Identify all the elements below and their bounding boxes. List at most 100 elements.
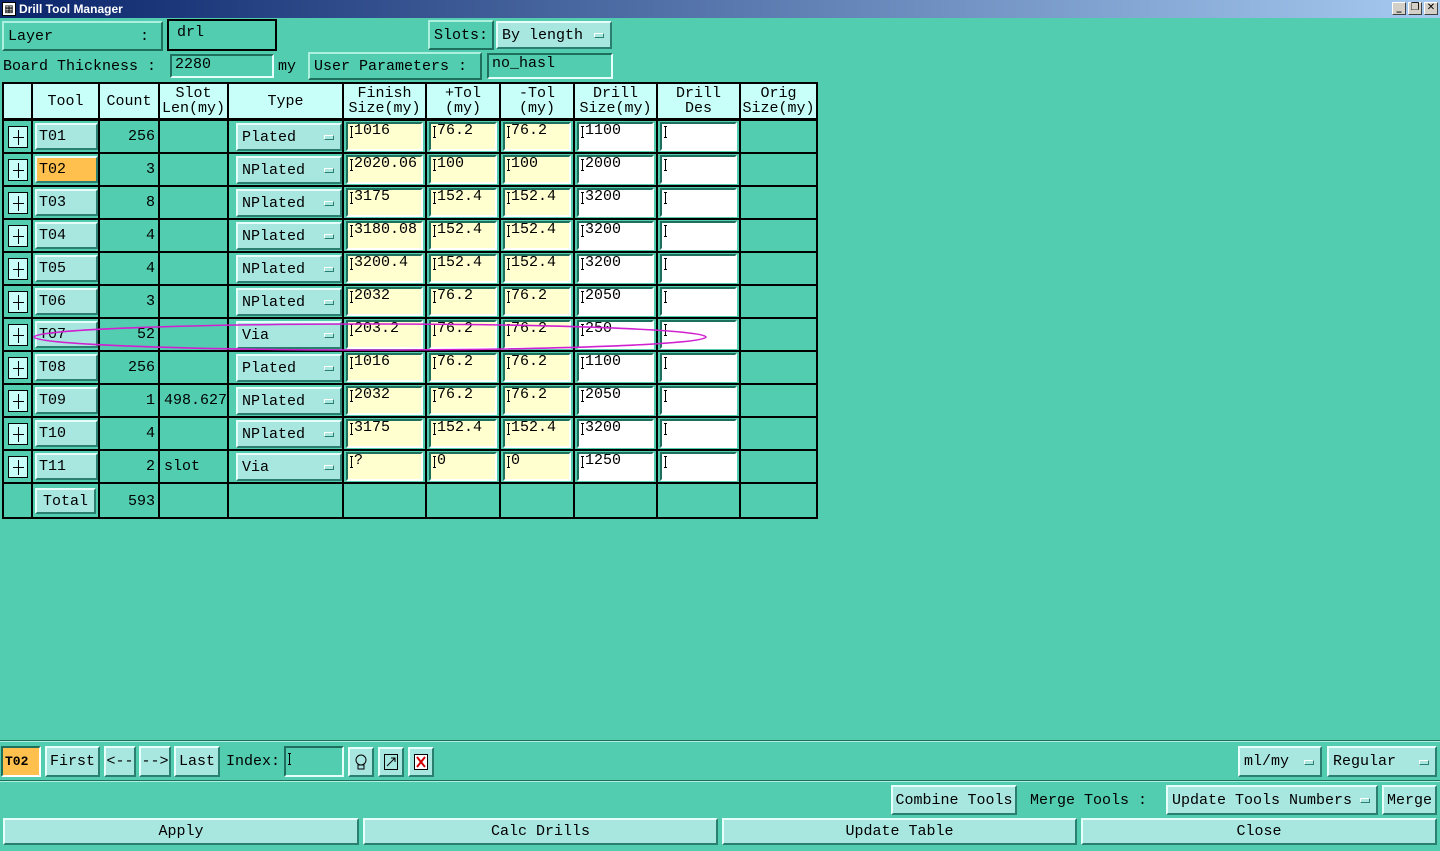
minus-tol-field[interactable]: 152.4 — [503, 254, 571, 283]
plus-tol-field[interactable]: 152.4 — [429, 419, 497, 448]
tool-button[interactable]: T06 — [35, 288, 98, 315]
finish-size-field[interactable]: 3175 — [346, 419, 423, 448]
type-value: NPlated — [242, 425, 306, 443]
board-thickness-field[interactable]: 2280 — [170, 54, 274, 78]
tool-button[interactable]: T11 — [35, 453, 98, 480]
apply-button[interactable]: Apply — [3, 818, 359, 845]
finish-size-field[interactable]: 3175 — [346, 188, 423, 217]
expand-plus-icon[interactable] — [8, 225, 28, 247]
orig-size-cell — [743, 352, 816, 383]
minus-tol-field[interactable]: 76.2 — [503, 386, 571, 415]
minus-tol-field[interactable]: 152.4 — [503, 419, 571, 448]
tool-button[interactable]: T09 — [35, 387, 98, 414]
plus-tol-field[interactable]: 76.2 — [429, 287, 497, 316]
mode-select[interactable]: Regular — [1327, 746, 1437, 777]
drill-size-field[interactable]: 3200 — [577, 221, 654, 250]
plus-tol-field[interactable]: 152.4 — [429, 188, 497, 217]
expand-plus-icon[interactable] — [8, 159, 28, 181]
expand-plus-icon[interactable] — [8, 423, 28, 445]
minus-tol-field[interactable]: 152.4 — [503, 188, 571, 217]
update-table-button[interactable]: Update Table — [722, 818, 1077, 845]
minus-tol-field[interactable]: 76.2 — [503, 287, 571, 316]
prev-button[interactable]: <-- — [104, 746, 136, 777]
next-button[interactable]: --> — [139, 746, 171, 777]
finish-size-field[interactable]: ? — [346, 452, 423, 481]
plus-tol-field[interactable]: 0 — [429, 452, 497, 481]
drill-des-field[interactable] — [660, 419, 737, 448]
plus-tol-field[interactable]: 76.2 — [429, 122, 497, 151]
minus-tol-field[interactable]: 76.2 — [503, 122, 571, 151]
layer-field[interactable]: drl — [167, 19, 277, 51]
index-field[interactable] — [284, 746, 344, 777]
type-select[interactable]: NPlated — [236, 387, 342, 415]
delete-icon[interactable] — [408, 747, 434, 777]
tool-button[interactable]: T05 — [35, 255, 98, 282]
finish-size-field[interactable]: 3180.08 — [346, 221, 423, 250]
minus-tol-field[interactable]: 100 — [503, 155, 571, 184]
dropdown-indicator-icon — [324, 267, 334, 272]
finish-size-field[interactable]: 1016 — [346, 122, 423, 151]
merge-tools-select[interactable]: Update Tools Numbers — [1166, 785, 1378, 815]
finish-size-field[interactable]: 2020.06 — [346, 155, 423, 184]
drill-des-field[interactable] — [660, 287, 737, 316]
type-select[interactable]: NPlated — [236, 156, 342, 184]
type-select[interactable]: Via — [236, 453, 342, 481]
expand-plus-icon[interactable] — [8, 291, 28, 313]
expand-plus-icon[interactable] — [8, 390, 28, 412]
export-icon[interactable] — [378, 747, 404, 777]
close-icon[interactable]: ✕ — [1424, 2, 1438, 15]
merge-button[interactable]: Merge — [1382, 785, 1437, 815]
plus-tol-field[interactable]: 152.4 — [429, 221, 497, 250]
type-select[interactable]: NPlated — [236, 288, 342, 316]
finish-size-field[interactable]: 2032 — [346, 287, 423, 316]
drill-size-field[interactable]: 2050 — [577, 386, 654, 415]
type-select[interactable]: NPlated — [236, 255, 342, 283]
expand-plus-icon[interactable] — [8, 456, 28, 478]
expand-plus-icon[interactable] — [8, 126, 28, 148]
plus-tol-field[interactable]: 100 — [429, 155, 497, 184]
lightbulb-icon[interactable] — [348, 747, 374, 777]
drill-des-field[interactable] — [660, 155, 737, 184]
drill-des-field[interactable] — [660, 122, 737, 151]
drill-size-field[interactable]: 2000 — [577, 155, 654, 184]
minus-tol-field[interactable]: 0 — [503, 452, 571, 481]
expand-plus-icon[interactable] — [8, 192, 28, 214]
slots-select[interactable]: By length — [496, 21, 612, 49]
calc-drills-button[interactable]: Calc Drills — [363, 818, 718, 845]
tool-button[interactable]: T04 — [35, 222, 98, 249]
expand-plus-icon[interactable] — [8, 258, 28, 280]
drill-des-field[interactable] — [660, 386, 737, 415]
combine-tools-button[interactable]: Combine Tools — [891, 785, 1017, 815]
drill-size-field[interactable]: 1100 — [577, 122, 654, 151]
drill-des-field[interactable] — [660, 221, 737, 250]
expand-plus-icon[interactable] — [8, 357, 28, 379]
minus-tol-field[interactable]: 152.4 — [503, 221, 571, 250]
tool-button[interactable]: T10 — [35, 420, 98, 447]
type-select[interactable]: Plated — [236, 123, 342, 151]
plus-tol-field[interactable]: 76.2 — [429, 386, 497, 415]
drill-des-field[interactable] — [660, 188, 737, 217]
drill-des-field[interactable] — [660, 254, 737, 283]
type-select[interactable]: NPlated — [236, 189, 342, 217]
tool-button[interactable]: T01 — [35, 123, 98, 150]
tool-button[interactable]: T03 — [35, 189, 98, 216]
type-select[interactable]: NPlated — [236, 222, 342, 250]
minimize-icon[interactable]: _ — [1392, 2, 1406, 15]
restore-icon[interactable]: ❐ — [1408, 2, 1422, 15]
finish-size-field[interactable]: 2032 — [346, 386, 423, 415]
units-select[interactable]: ml/my — [1238, 746, 1322, 777]
drill-size-field[interactable]: 2050 — [577, 287, 654, 316]
last-button[interactable]: Last — [174, 746, 220, 777]
user-parameters-field[interactable]: no_hasl — [487, 53, 613, 79]
drill-size-field[interactable]: 1250 — [577, 452, 654, 481]
finish-size-field[interactable]: 3200.4 — [346, 254, 423, 283]
drill-des-field[interactable] — [660, 452, 737, 481]
tool-button[interactable]: T02 — [35, 156, 98, 183]
drill-size-field[interactable]: 3200 — [577, 254, 654, 283]
type-select[interactable]: NPlated — [236, 420, 342, 448]
first-button[interactable]: First — [45, 746, 100, 777]
drill-size-field[interactable]: 3200 — [577, 419, 654, 448]
close-button[interactable]: Close — [1081, 818, 1437, 845]
drill-size-field[interactable]: 3200 — [577, 188, 654, 217]
plus-tol-field[interactable]: 152.4 — [429, 254, 497, 283]
